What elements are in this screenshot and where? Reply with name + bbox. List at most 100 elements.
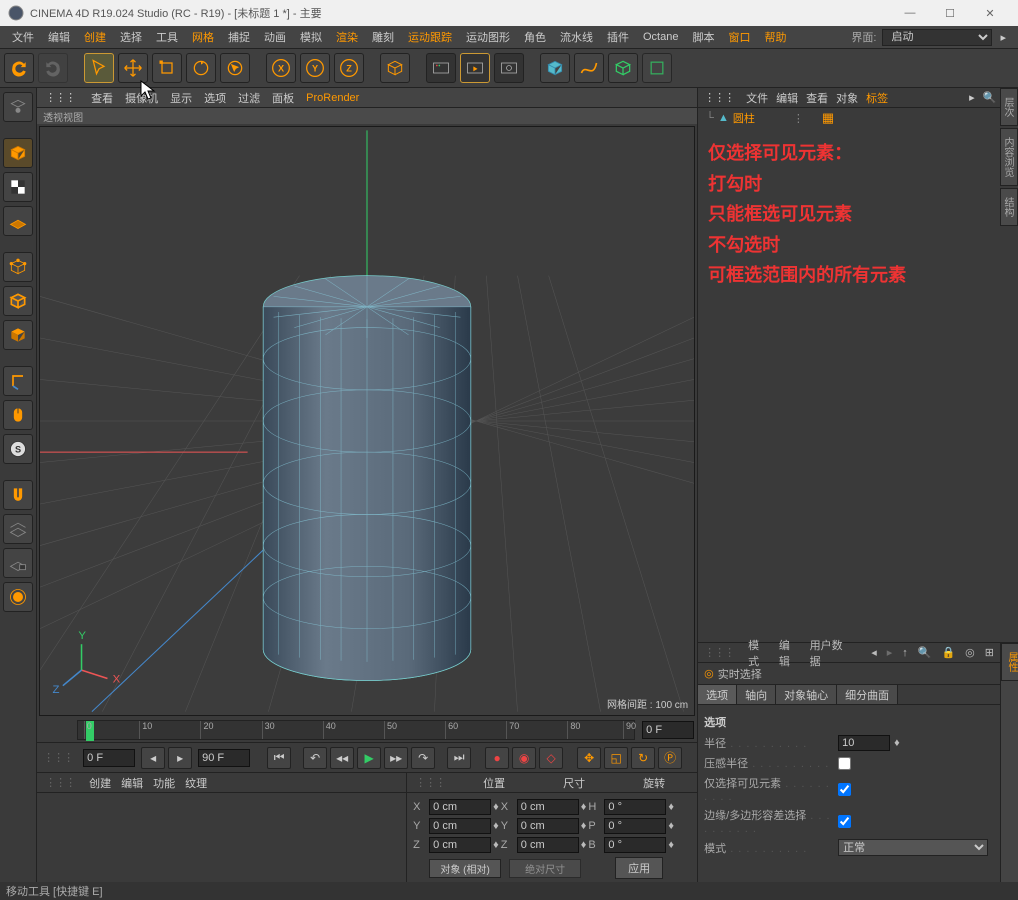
pos-x-field[interactable] (429, 799, 491, 815)
vp-menu-panel[interactable]: 面板 (272, 90, 294, 106)
obj-menu-file[interactable]: 文件 (746, 90, 768, 106)
side-tab-content[interactable]: 内容浏览 (1000, 128, 1018, 186)
point-mode-button[interactable] (3, 252, 33, 282)
attr-back-icon[interactable]: ◂ (871, 646, 877, 659)
obj-search-icon[interactable]: 🔍 (983, 91, 997, 104)
grip-icon[interactable]: ⋮⋮⋮ (45, 91, 75, 104)
goto-start-button[interactable]: ⏮ (267, 747, 291, 769)
lasso-tool[interactable] (220, 53, 250, 83)
menu-sculpt[interactable]: 雕刻 (366, 27, 400, 47)
mat-menu-func[interactable]: 功能 (153, 775, 175, 791)
obj-menu-view[interactable]: 查看 (806, 90, 828, 106)
vp-menu-view[interactable]: 查看 (91, 90, 113, 106)
menu-motiontrack[interactable]: 运动跟踪 (402, 27, 458, 47)
vis-toggle-icon[interactable]: ⋮ (793, 112, 804, 125)
edge-mode-button[interactable] (3, 286, 33, 316)
tab-options[interactable]: 选项 (698, 685, 737, 704)
vp-menu-prorender[interactable]: ProRender (306, 92, 359, 104)
size-z-field[interactable] (517, 837, 579, 853)
layout-menu-icon[interactable]: ▸ (994, 29, 1012, 46)
render-settings-button[interactable] (494, 53, 524, 83)
next-frame-button[interactable]: ▸▸ (384, 747, 408, 769)
rot-b-field[interactable] (604, 837, 666, 853)
key-move-button[interactable]: ✥ (577, 747, 601, 769)
spline-button[interactable] (574, 53, 604, 83)
side-tab-hierarchy[interactable]: 层次 (1000, 88, 1018, 126)
deformer-button[interactable] (642, 53, 672, 83)
vp-menu-options[interactable]: 选项 (204, 90, 226, 106)
obj-menu-tags[interactable]: 标签 (866, 90, 888, 106)
coord-system-button[interactable] (380, 53, 410, 83)
rotate-tool[interactable] (186, 53, 216, 83)
make-editable-button[interactable] (3, 92, 33, 122)
menu-window[interactable]: 窗口 (722, 27, 756, 47)
vp-menu-filter[interactable]: 过滤 (238, 90, 260, 106)
polygon-mode-button[interactable] (3, 320, 33, 350)
menu-octane[interactable]: Octane (637, 29, 684, 45)
side-tab-structure[interactable]: 结构 (1000, 188, 1018, 226)
menu-tools[interactable]: 工具 (150, 27, 184, 47)
generator-button[interactable] (608, 53, 638, 83)
texture-mode-button[interactable] (3, 172, 33, 202)
attr-up-icon[interactable]: ↑ (902, 647, 908, 659)
maximize-button[interactable]: ☐ (930, 0, 970, 26)
mat-menu-create[interactable]: 创建 (89, 775, 111, 791)
render-button[interactable] (426, 53, 456, 83)
tab-axial[interactable]: 轴向 (737, 685, 776, 704)
menu-pipeline[interactable]: 流水线 (554, 27, 599, 47)
menu-animate[interactable]: 动画 (258, 27, 292, 47)
grip-icon[interactable]: ⋮⋮⋮ (704, 646, 734, 659)
menu-script[interactable]: 脚本 (686, 27, 720, 47)
obj-menu-edit[interactable]: 编辑 (776, 90, 798, 106)
minimize-button[interactable]: — (890, 0, 930, 26)
grip-icon[interactable]: ⋮⋮⋮ (415, 776, 445, 789)
mat-menu-edit[interactable]: 编辑 (121, 775, 143, 791)
menu-simulate[interactable]: 模拟 (294, 27, 328, 47)
tab-sds[interactable]: 细分曲面 (837, 685, 898, 704)
autokey-button[interactable]: ◉ (512, 747, 536, 769)
attr-side-tab[interactable]: 属性 (1001, 643, 1018, 681)
magnet-button[interactable] (3, 480, 33, 510)
model-mode-button[interactable] (3, 138, 33, 168)
key-rotate-button[interactable]: ↻ (631, 747, 655, 769)
tag-icon[interactable]: ▦ (822, 110, 834, 126)
vp-menu-camera[interactable]: 摄像机 (125, 90, 158, 106)
rot-h-field[interactable] (604, 799, 666, 815)
undo-button[interactable] (4, 53, 34, 83)
workplane-snap-button[interactable] (3, 514, 33, 544)
tab-axis-center[interactable]: 对象轴心 (776, 685, 837, 704)
size-x-field[interactable] (517, 799, 579, 815)
pos-z-field[interactable] (429, 837, 491, 853)
layout-select[interactable]: 启动 (882, 29, 992, 46)
record-button[interactable]: ● (485, 747, 509, 769)
tree-expand-icon[interactable]: └ (706, 112, 714, 124)
key-param-button[interactable]: Ⓟ (658, 747, 682, 769)
menu-edit[interactable]: 编辑 (42, 27, 76, 47)
attr-fwd-icon[interactable]: ▸ (887, 646, 893, 659)
select-tool[interactable] (84, 53, 114, 83)
x-axis-button[interactable]: X (266, 53, 296, 83)
pos-y-field[interactable] (429, 818, 491, 834)
y-axis-button[interactable]: Y (300, 53, 330, 83)
start-frame-field[interactable] (83, 749, 135, 767)
menu-plugins[interactable]: 插件 (601, 27, 635, 47)
tree-item-cylinder[interactable]: 圆柱 (733, 110, 755, 126)
end-frame-field[interactable] (198, 749, 250, 767)
visible-only-checkbox[interactable] (838, 783, 851, 796)
radius-field[interactable] (838, 735, 890, 751)
mode-select[interactable]: 正常 (838, 839, 988, 856)
size-y-field[interactable] (517, 818, 579, 834)
grip-icon[interactable]: ⋮⋮⋮ (43, 751, 73, 764)
snap-button[interactable]: S (3, 434, 33, 464)
menu-file[interactable]: 文件 (6, 27, 40, 47)
menu-select[interactable]: 选择 (114, 27, 148, 47)
axis-button[interactable] (3, 366, 33, 396)
primitive-cube-button[interactable] (540, 53, 570, 83)
keyframe-button[interactable]: ◇ (539, 747, 563, 769)
range-end-button[interactable]: ▸ (168, 747, 192, 769)
menu-mesh[interactable]: 网格 (186, 27, 220, 47)
attr-new-icon[interactable]: ⊞ (985, 646, 994, 659)
viewport[interactable]: X Y Z 网格间距 : 100 cm (39, 126, 695, 716)
rot-p-field[interactable] (604, 818, 666, 834)
loop-fwd-button[interactable]: ↷ (411, 747, 435, 769)
